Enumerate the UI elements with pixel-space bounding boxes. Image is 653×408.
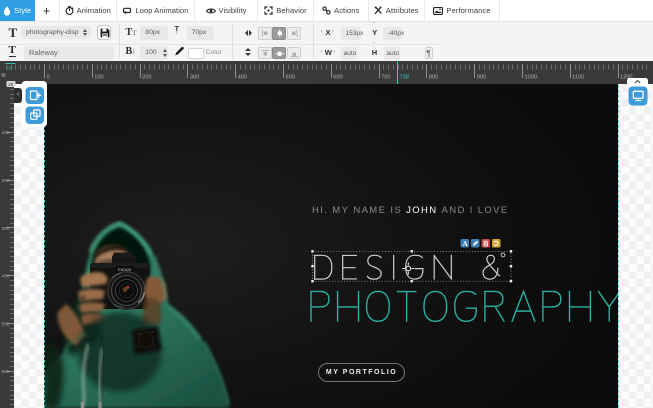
svg-text:300: 300 [2, 226, 10, 232]
svg-text:100: 100 [94, 75, 103, 81]
svg-text:1000: 1000 [525, 75, 537, 81]
svg-text:18: 18 [7, 66, 13, 72]
svg-text:500: 500 [286, 75, 295, 81]
svg-text:600: 600 [333, 75, 342, 81]
svg-text:738: 738 [400, 75, 409, 81]
svg-text:800: 800 [429, 75, 438, 81]
svg-text:600: 600 [2, 369, 10, 375]
svg-text:200: 200 [142, 75, 151, 81]
svg-text:400: 400 [238, 75, 247, 81]
svg-text:20: 20 [8, 82, 14, 87]
svg-text:200: 200 [2, 178, 10, 184]
svg-text:100: 100 [2, 130, 10, 136]
svg-text:900: 900 [477, 75, 486, 81]
svg-text:1200: 1200 [620, 75, 632, 81]
svg-text:400: 400 [2, 274, 10, 280]
svg-text:500: 500 [2, 321, 10, 327]
svg-text:300: 300 [190, 75, 199, 81]
svg-text:0: 0 [47, 75, 50, 81]
svg-text:1100: 1100 [572, 75, 584, 81]
svg-text:700: 700 [381, 75, 390, 81]
